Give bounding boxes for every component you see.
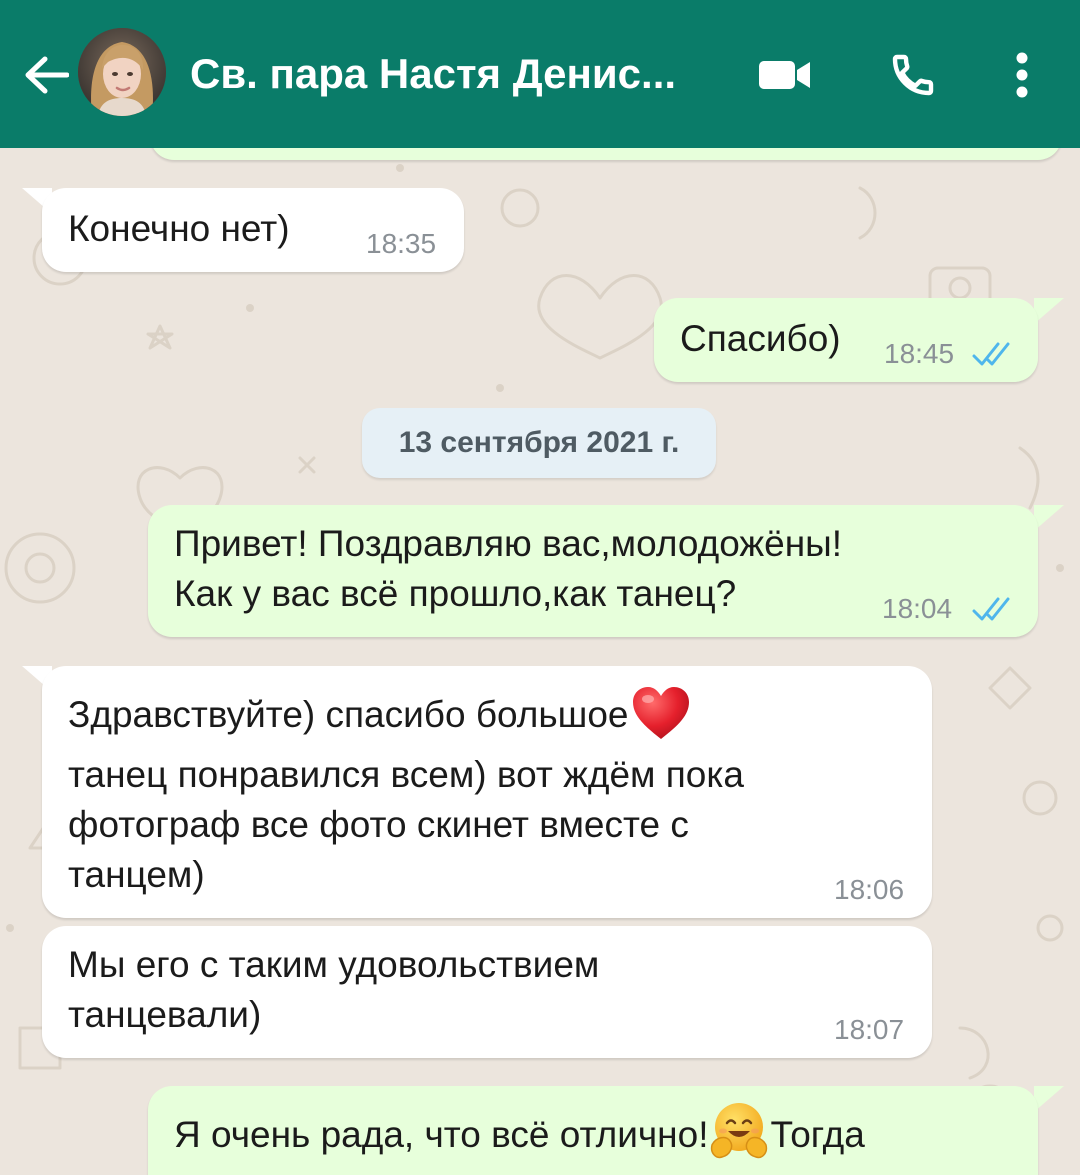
message-text-line: танцем)	[68, 854, 205, 895]
bubble-tail	[1034, 1086, 1064, 1112]
read-receipt-icon	[972, 597, 1010, 621]
message-time: 18:45	[884, 338, 955, 369]
message-text-line: Мы его с таким удовольствием	[68, 944, 600, 985]
outgoing-message[interactable]: Привет! Поздравляю вас,молодожёны! Как у…	[148, 505, 1038, 637]
message-text-line: Как у вас всё прошло,как танец?	[174, 573, 737, 614]
message-time: 18:04	[882, 593, 953, 624]
message-text-line: Здравствуйте) спасибо большое	[68, 687, 691, 741]
message-text: Здравствуйте) спасибо большое	[68, 694, 629, 735]
back-arrow-icon	[25, 56, 69, 94]
message-text: Тогда	[770, 1114, 865, 1155]
phone-icon	[892, 54, 934, 96]
message-text-line: Привет! Поздравляю вас,молодожёны!	[174, 523, 843, 564]
message-list[interactable]: Конечно нет) 18:35 Спасибо) 18:45 13 сен…	[0, 148, 1080, 1175]
message-time: 18:07	[834, 1014, 905, 1045]
message-text-line: танец понравился всем) вот ждём пока	[68, 754, 744, 795]
read-receipt-icon	[972, 342, 1010, 366]
chat-header: Св. пара Настя Денис...	[0, 0, 1080, 148]
message-text: Конечно нет)	[68, 208, 290, 249]
chat-screen: Св. пара Настя Денис... Конечно нет) 18:…	[0, 0, 1080, 1175]
red-heart-emoji	[632, 687, 689, 740]
message-text-line: фотограф все фото скинет вместе с	[68, 804, 689, 845]
avatar-photo	[78, 28, 166, 116]
message-text: Спасибо)	[680, 318, 841, 359]
message-text-line: танцевали)	[68, 994, 262, 1035]
contact-avatar[interactable]	[78, 28, 166, 116]
back-button[interactable]	[18, 44, 74, 106]
message-bubble-partial	[150, 148, 1062, 160]
bubble-tail	[1034, 505, 1064, 531]
more-vertical-icon	[1016, 52, 1028, 98]
video-camera-icon	[759, 61, 810, 89]
more-options-button[interactable]	[996, 44, 1048, 106]
video-call-button[interactable]	[752, 44, 818, 106]
chat-title[interactable]: Св. пара Настя Денис...	[190, 46, 720, 102]
incoming-message[interactable]: Здравствуйте) спасибо большое танец понр…	[42, 666, 932, 918]
bubble-tail	[1034, 298, 1064, 324]
voice-call-button[interactable]	[880, 44, 946, 106]
outgoing-message[interactable]: Я очень рада, что всё отлично! Тогда	[148, 1086, 1038, 1175]
incoming-message[interactable]: Конечно нет) 18:35	[42, 188, 464, 272]
message-text: Я очень рада, что всё отлично!	[174, 1114, 709, 1155]
outgoing-message[interactable]: Спасибо) 18:45	[654, 298, 1038, 382]
incoming-message[interactable]: Мы его с таким удовольствием танцевали) …	[42, 926, 932, 1058]
message-time: 18:06	[834, 874, 905, 905]
date-separator: 13 сентября 2021 г.	[362, 408, 716, 478]
hugging-face-emoji	[711, 1103, 768, 1159]
message-time: 18:35	[366, 228, 437, 259]
message-text-line: Я очень рада, что всё отлично! Тогда	[174, 1103, 865, 1163]
